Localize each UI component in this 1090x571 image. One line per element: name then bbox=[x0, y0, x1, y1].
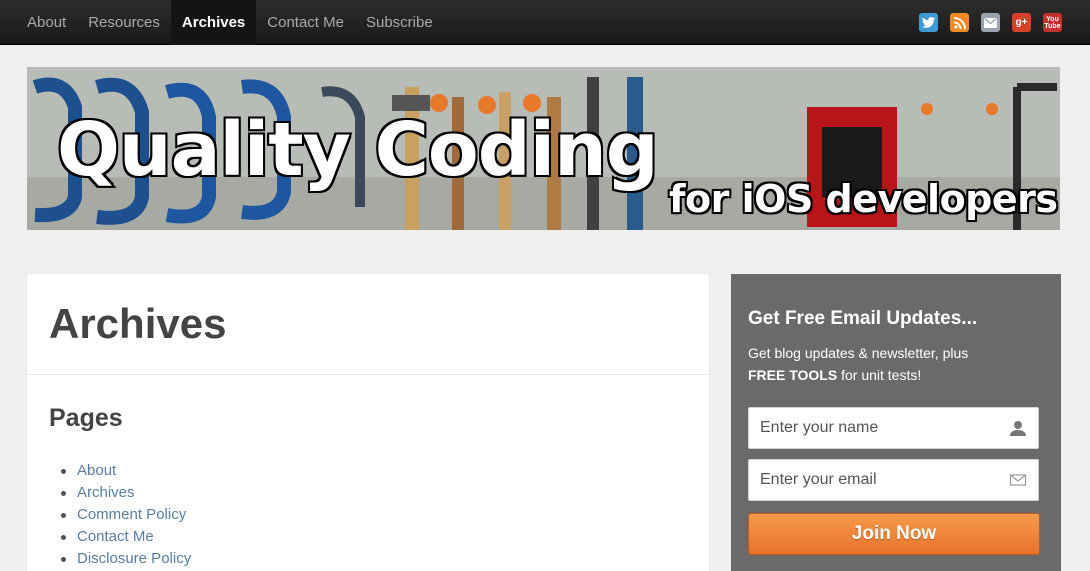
page-link-archives[interactable]: Archives bbox=[77, 484, 135, 501]
page-link-disclosure-policy[interactable]: Disclosure Policy bbox=[77, 550, 191, 567]
nav-contact-me[interactable]: Contact Me bbox=[256, 0, 355, 45]
list-item: Disclosure Policy bbox=[60, 548, 191, 570]
content-divider bbox=[27, 374, 709, 375]
nav-subscribe[interactable]: Subscribe bbox=[355, 0, 444, 45]
optin-text-bold: FREE TOOLS bbox=[748, 367, 838, 383]
email-icon[interactable] bbox=[981, 13, 1000, 32]
envelope-icon bbox=[1009, 474, 1027, 486]
social-links: g+ You Tube bbox=[919, 13, 1062, 32]
list-item: Comment Policy bbox=[60, 504, 191, 526]
nav-resources[interactable]: Resources bbox=[77, 0, 171, 45]
list-item: Archives bbox=[60, 482, 191, 504]
site-header-banner[interactable]: Quality Coding for iOS developers bbox=[27, 67, 1060, 230]
page-link-comment-policy[interactable]: Comment Policy bbox=[77, 506, 186, 523]
archives-content-card: Archives Pages About Archives Comment Po… bbox=[27, 274, 709, 571]
youtube-icon[interactable]: You Tube bbox=[1043, 13, 1062, 32]
google-plus-icon[interactable]: g+ bbox=[1012, 13, 1031, 32]
name-field bbox=[748, 407, 1039, 449]
rss-icon[interactable] bbox=[950, 13, 969, 32]
email-field bbox=[748, 459, 1039, 501]
main-nav: About Resources Archives Contact Me Subs… bbox=[0, 0, 444, 45]
page-link-contact-me[interactable]: Contact Me bbox=[77, 528, 154, 545]
optin-description: Get blog updates & newsletter, plus FREE… bbox=[748, 342, 1048, 386]
optin-text-tail: for unit tests! bbox=[837, 367, 922, 383]
join-now-button[interactable]: Join Now bbox=[748, 513, 1040, 555]
page-link-about[interactable]: About bbox=[77, 462, 116, 479]
banner-title: Quality Coding bbox=[55, 105, 661, 195]
nav-archives[interactable]: Archives bbox=[170, 0, 257, 45]
twitter-icon[interactable] bbox=[919, 13, 938, 32]
email-optin-widget: Get Free Email Updates... Get blog updat… bbox=[731, 274, 1061, 571]
name-input[interactable] bbox=[749, 408, 989, 448]
banner-subtitle: for iOS developers bbox=[669, 177, 1058, 221]
top-navigation-bar: About Resources Archives Contact Me Subs… bbox=[0, 0, 1090, 45]
optin-text-line1: Get blog updates & newsletter, plus bbox=[748, 345, 969, 361]
list-item: About bbox=[60, 460, 191, 482]
user-icon bbox=[1010, 421, 1026, 436]
pages-section-heading: Pages bbox=[49, 404, 123, 432]
optin-heading: Get Free Email Updates... bbox=[748, 308, 978, 329]
list-item: Contact Me bbox=[60, 526, 191, 548]
pages-list: About Archives Comment Policy Contact Me… bbox=[60, 460, 191, 570]
email-input[interactable] bbox=[749, 460, 989, 500]
nav-about[interactable]: About bbox=[0, 0, 77, 45]
page-title: Archives bbox=[49, 300, 227, 347]
